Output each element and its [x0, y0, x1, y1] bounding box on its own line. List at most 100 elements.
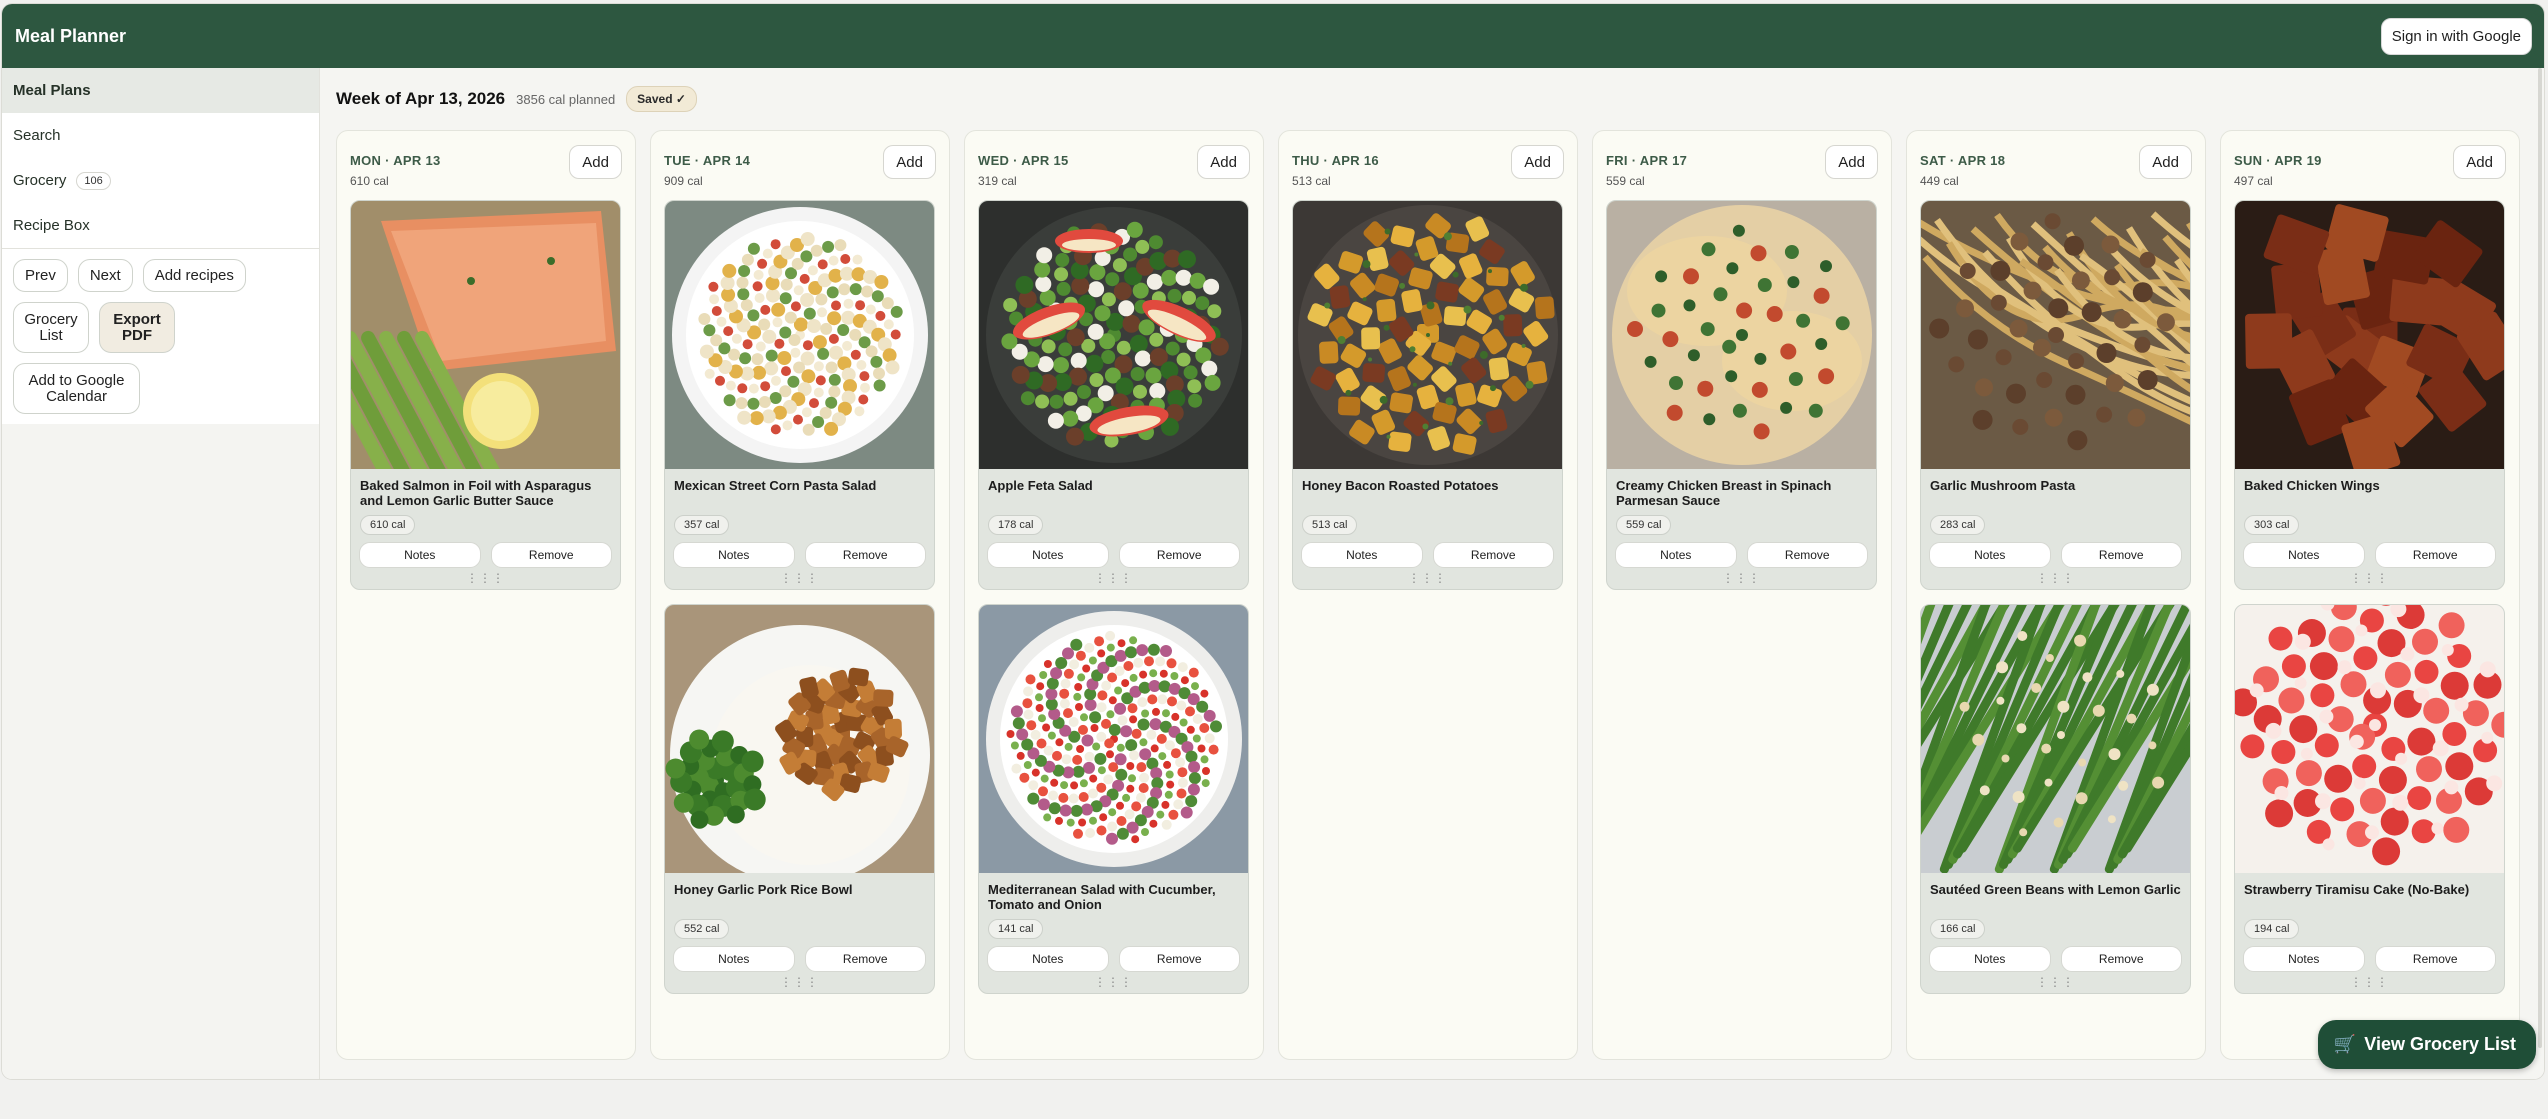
app-title: Meal Planner: [15, 25, 127, 46]
recipe-calories-badge: 194 cal: [2244, 919, 2300, 939]
drag-handle-icon[interactable]: ⋮⋮⋮: [1921, 972, 2190, 993]
remove-button[interactable]: Remove: [804, 946, 926, 972]
remove-button[interactable]: Remove: [804, 542, 926, 568]
day-label: MON · APR 13: [350, 153, 441, 168]
recipe-title: Honey Bacon Roasted Potatoes: [1302, 478, 1499, 493]
recipe-image: [979, 605, 1248, 873]
recipe-title: Sautéed Green Beans with Lemon Garlic: [1930, 882, 2181, 897]
day-column: SAT · APR 18 449 cal Add Garlic Mushroom…: [1906, 130, 2206, 1060]
drag-handle-icon[interactable]: ⋮⋮⋮: [2235, 972, 2504, 993]
recipe-calories-badge: 552 cal: [674, 919, 730, 939]
nav-meal-plans[interactable]: Meal Plans: [2, 68, 319, 113]
add-recipe-button[interactable]: Add: [2139, 145, 2192, 179]
notes-button[interactable]: Notes: [1929, 542, 2051, 568]
recipe-card[interactable]: Apple Feta Salad 178 cal Notes Remove ⋮⋮…: [978, 200, 1249, 590]
remove-button[interactable]: Remove: [2374, 542, 2496, 568]
drag-handle-icon[interactable]: ⋮⋮⋮: [351, 568, 620, 589]
next-week-button[interactable]: Next: [77, 259, 133, 292]
main-area: Week of Apr 13, 2026 3856 cal planned Sa…: [320, 68, 2544, 1079]
remove-button[interactable]: Remove: [2374, 946, 2496, 972]
notes-button[interactable]: Notes: [1615, 542, 1737, 568]
recipe-card[interactable]: Honey Bacon Roasted Potatoes 513 cal Not…: [1292, 200, 1563, 590]
recipe-image: [2235, 201, 2504, 469]
day-label: WED · APR 15: [978, 153, 1069, 168]
drag-handle-icon[interactable]: ⋮⋮⋮: [665, 972, 934, 993]
day-column: SUN · APR 19 497 cal Add Baked Chicken W…: [2220, 130, 2520, 1060]
export-pdf-button[interactable]: Export PDF: [99, 302, 175, 353]
top-bar: Meal Planner Sign in with Google: [2, 4, 2544, 68]
week-calories: 3856 cal planned: [516, 91, 616, 107]
remove-button[interactable]: Remove: [2060, 542, 2182, 568]
sign-in-button[interactable]: Sign in with Google: [2380, 17, 2532, 55]
add-recipe-button[interactable]: Add: [1825, 145, 1878, 179]
recipe-card[interactable]: Baked Chicken Wings 303 cal Notes Remove…: [2234, 200, 2505, 590]
app-window: Meal Planner Sign in with Google Meal Pl…: [2, 4, 2544, 1079]
nav-recipe-box[interactable]: Recipe Box: [2, 203, 319, 248]
prev-week-button[interactable]: Prev: [13, 259, 68, 292]
recipe-title: Baked Salmon in Foil with Asparagus and …: [360, 478, 592, 508]
remove-button[interactable]: Remove: [2060, 946, 2182, 972]
recipe-title: Honey Garlic Pork Rice Bowl: [674, 882, 853, 897]
remove-button[interactable]: Remove: [1118, 946, 1240, 972]
recipe-card[interactable]: Sautéed Green Beans with Lemon Garlic 16…: [1920, 604, 2191, 994]
add-recipe-button[interactable]: Add: [883, 145, 936, 179]
notes-button[interactable]: Notes: [987, 946, 1109, 972]
drag-handle-icon[interactable]: ⋮⋮⋮: [2235, 568, 2504, 589]
day-column: FRI · APR 17 559 cal Add Creamy Chicken …: [1592, 130, 1892, 1060]
recipe-card[interactable]: Creamy Chicken Breast in Spinach Parmesa…: [1606, 200, 1877, 590]
notes-button[interactable]: Notes: [2243, 946, 2365, 972]
drag-handle-icon[interactable]: ⋮⋮⋮: [1293, 568, 1562, 589]
week-title: Week of Apr 13, 2026: [336, 89, 506, 108]
recipe-card[interactable]: Strawberry Tiramisu Cake (No-Bake) 194 c…: [2234, 604, 2505, 994]
day-calories: 610 cal: [350, 174, 389, 188]
remove-button[interactable]: Remove: [1432, 542, 1554, 568]
add-recipe-button[interactable]: Add: [1511, 145, 1564, 179]
recipe-card[interactable]: Honey Garlic Pork Rice Bowl 552 cal Note…: [664, 604, 935, 994]
add-recipe-button[interactable]: Add: [569, 145, 622, 179]
add-recipe-button[interactable]: Add: [2453, 145, 2506, 179]
remove-button[interactable]: Remove: [1118, 542, 1240, 568]
cart-icon: 🛒: [2333, 1034, 2357, 1054]
nav-grocery[interactable]: Grocery 106: [2, 158, 319, 203]
drag-handle-icon[interactable]: ⋮⋮⋮: [1607, 568, 1876, 589]
recipe-card[interactable]: Mediterranean Salad with Cucumber, Tomat…: [978, 604, 1249, 994]
recipe-image: [1293, 201, 1562, 469]
recipe-image: [979, 201, 1248, 469]
day-label: TUE · APR 14: [664, 153, 751, 168]
drag-handle-icon[interactable]: ⋮⋮⋮: [1921, 568, 2190, 589]
add-recipes-button[interactable]: Add recipes: [142, 259, 246, 292]
add-to-calendar-button[interactable]: Add to Google Calendar: [13, 363, 140, 414]
recipe-card[interactable]: Garlic Mushroom Pasta 283 cal Notes Remo…: [1920, 200, 2191, 590]
grocery-list-button[interactable]: Grocery List: [13, 302, 89, 353]
notes-button[interactable]: Notes: [359, 542, 481, 568]
remove-button[interactable]: Remove: [1746, 542, 1868, 568]
recipe-card[interactable]: Baked Salmon in Foil with Asparagus and …: [350, 200, 621, 590]
drag-handle-icon[interactable]: ⋮⋮⋮: [665, 568, 934, 589]
fab-label: View Grocery List: [2364, 1034, 2516, 1054]
recipe-title: Creamy Chicken Breast in Spinach Parmesa…: [1616, 478, 1832, 508]
recipe-calories-badge: 283 cal: [1930, 515, 1986, 535]
drag-handle-icon[interactable]: ⋮⋮⋮: [979, 568, 1248, 589]
add-recipe-button[interactable]: Add: [1197, 145, 1250, 179]
recipe-calories-badge: 357 cal: [674, 515, 730, 535]
notes-button[interactable]: Notes: [987, 542, 1109, 568]
week-header: Week of Apr 13, 2026 3856 cal planned Sa…: [336, 68, 2544, 130]
day-calories: 449 cal: [1920, 174, 1959, 188]
recipe-title: Mediterranean Salad with Cucumber, Tomat…: [988, 882, 1216, 912]
recipe-title: Baked Chicken Wings: [2244, 478, 2380, 493]
notes-button[interactable]: Notes: [673, 542, 795, 568]
view-grocery-list-button[interactable]: 🛒 View Grocery List: [2317, 1020, 2536, 1069]
notes-button[interactable]: Notes: [1929, 946, 2051, 972]
recipe-calories-badge: 166 cal: [1930, 919, 1986, 939]
grocery-count-badge: 106: [76, 171, 111, 190]
notes-button[interactable]: Notes: [2243, 542, 2365, 568]
remove-button[interactable]: Remove: [490, 542, 612, 568]
day-calories: 909 cal: [664, 174, 703, 188]
notes-button[interactable]: Notes: [1301, 542, 1423, 568]
drag-handle-icon[interactable]: ⋮⋮⋮: [979, 972, 1248, 993]
recipe-image: [1921, 201, 2190, 469]
recipe-card[interactable]: Mexican Street Corn Pasta Salad 357 cal …: [664, 200, 935, 590]
notes-button[interactable]: Notes: [673, 946, 795, 972]
nav-search[interactable]: Search: [2, 113, 319, 158]
scrollbar[interactable]: [2538, 68, 2542, 1048]
